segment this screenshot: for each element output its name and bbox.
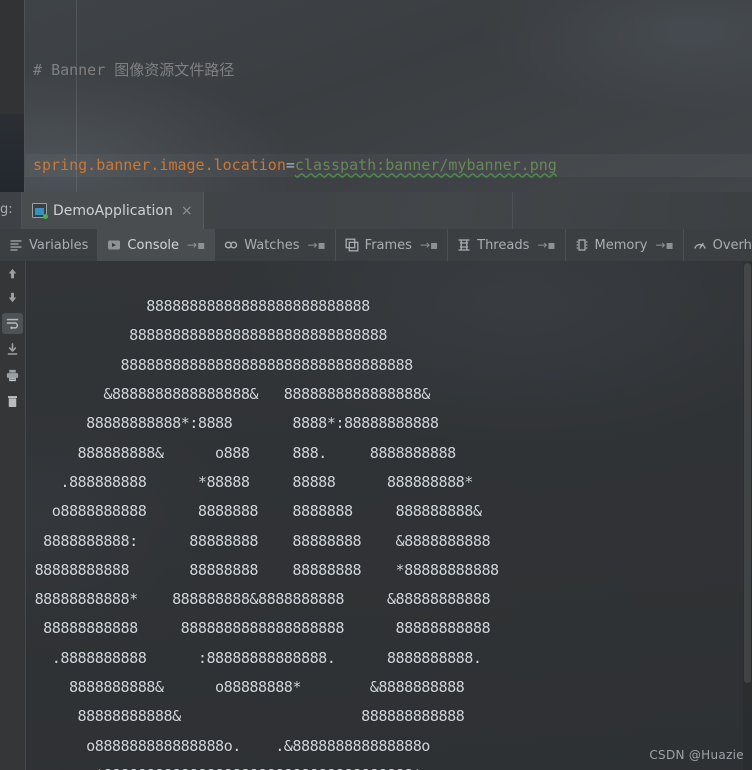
tab-frames-label: Frames (364, 237, 412, 253)
ide-window: # Banner 图像资源文件路径 spring.banner.image.lo… (0, 0, 752, 770)
banner-line: .888888888 *88888 88888 888888888* (26, 472, 473, 491)
tab-watches-pin-icon[interactable]: →▪ (307, 238, 325, 252)
banner-line: 888888888& o888 888. 8888888888 (26, 443, 457, 462)
run-strip-separator-right (512, 192, 513, 229)
scrollbar-thumb[interactable] (744, 263, 751, 683)
tab-memory-label: Memory (594, 237, 648, 253)
banner-line: *888888888888888888888888888888888888* (26, 761, 499, 770)
tab-overhead-label: Overhead (712, 237, 752, 253)
tab-threads-label: Threads (477, 237, 530, 253)
banner-line: &8888888888888888& 8888888888888888& (26, 385, 430, 404)
run-tab-label: DemoApplication (53, 202, 173, 219)
trash-icon (8, 396, 17, 407)
overhead-gauge-icon (693, 238, 707, 252)
run-tab-demoapplication[interactable]: DemoApplication × (22, 192, 204, 229)
tab-frames[interactable]: Frames →▪ (336, 229, 449, 261)
run-strip-prefix: g: (0, 202, 13, 217)
arrow-up-icon (8, 268, 17, 279)
memory-icon (575, 238, 589, 252)
banner-line: .8888888888 :88888888888888. 8888888888. (26, 648, 482, 667)
prop-key-location: spring.banner.image.location (33, 155, 286, 174)
scroll-to-end-button[interactable] (2, 339, 23, 360)
debug-tab-bar: Variables Console →▪ Watches →▪ Frames →… (0, 229, 752, 261)
comment-text: Banner (51, 61, 106, 80)
banner-line: 8888888888: 88888888 88888888 &888888888… (26, 531, 491, 550)
banner-line: 88888888888& 888888888888 (26, 707, 465, 726)
banner-line: 88888888888 88888888 88888888 *888888888… (26, 560, 500, 579)
arrow-down-icon (8, 292, 17, 303)
banner-line: o888888888888888o. .&888888888888888o (26, 736, 430, 755)
watches-icon (224, 238, 238, 252)
tab-watches-label: Watches (244, 237, 300, 253)
console-ascii-banner: 88888888888888888888888888 8888888888888… (26, 292, 500, 770)
banner-line: 8888888888888888888888888888888888 (26, 355, 414, 374)
close-icon[interactable]: × (179, 203, 195, 219)
soft-wrap-button[interactable] (2, 313, 23, 334)
frames-icon (345, 238, 359, 252)
tab-console-pin-icon[interactable]: →▪ (187, 238, 205, 252)
tab-frames-pin-icon[interactable]: →▪ (420, 238, 438, 252)
console-scrollbar[interactable] (743, 261, 752, 770)
console-play-icon (107, 238, 121, 252)
prop-eq-location: = (285, 155, 295, 174)
spring-boot-app-icon (32, 203, 48, 219)
editor-gutter[interactable] (0, 0, 25, 192)
variables-icon (9, 238, 23, 252)
printer-icon (6, 369, 19, 382)
tab-memory[interactable]: Memory →▪ (566, 229, 684, 261)
comment-hash: # (33, 61, 43, 80)
clear-all-button[interactable] (2, 391, 23, 412)
tab-watches[interactable]: Watches →▪ (215, 229, 336, 261)
tab-memory-pin-icon[interactable]: →▪ (655, 238, 673, 252)
banner-line: 8888888888& o88888888* &8888888888 (26, 678, 465, 697)
banner-line: 888888888888888888888888888888 (26, 326, 387, 345)
gutter-shade (0, 114, 24, 192)
tab-console[interactable]: Console →▪ (98, 229, 216, 261)
scroll-down-button[interactable] (2, 287, 23, 308)
comment-cjk-text: 图像资源文件路径 (114, 61, 235, 80)
soft-wrap-icon (6, 318, 19, 330)
tab-variables[interactable]: Variables (0, 229, 99, 261)
banner-line: 88888888888*:8888 8888*:88888888888 (26, 414, 439, 433)
prop-value-location: classpath:banner/mybanner.png (294, 155, 557, 174)
code-line-location: spring.banner.image.location=classpath:b… (33, 154, 557, 178)
threads-icon (457, 238, 471, 252)
banner-line: 88888888888* 888888888&8888888888 &88888… (26, 590, 491, 609)
banner-line: 88888888888 8888888888888888888 88888888… (26, 619, 491, 638)
watermark: CSDN @Huazie (649, 748, 744, 762)
tab-console-label: Console (127, 237, 180, 253)
console-toolbar (0, 261, 26, 770)
tab-variables-label: Variables (29, 237, 89, 253)
scroll-up-button[interactable] (2, 263, 23, 284)
editor-pane[interactable]: # Banner 图像资源文件路径 spring.banner.image.lo… (0, 0, 752, 192)
banner-line: o8888888888 8888888 8888888 888888888& (26, 502, 482, 521)
banner-line: 88888888888888888888888888 (26, 297, 370, 316)
properties-code[interactable]: # Banner 图像资源文件路径 spring.banner.image.lo… (33, 12, 557, 192)
tab-threads-pin-icon[interactable]: →▪ (537, 238, 555, 252)
scroll-to-end-icon (7, 343, 18, 355)
tab-threads[interactable]: Threads →▪ (448, 229, 566, 261)
print-button[interactable] (2, 365, 23, 386)
code-line-comment: # Banner 图像资源文件路径 (33, 59, 557, 83)
console-panel[interactable]: 88888888888888888888888888 8888888888888… (0, 261, 752, 770)
tab-overhead[interactable]: Overhead →▪ (684, 229, 752, 261)
run-tab-strip: g: DemoApplication × (0, 192, 752, 229)
